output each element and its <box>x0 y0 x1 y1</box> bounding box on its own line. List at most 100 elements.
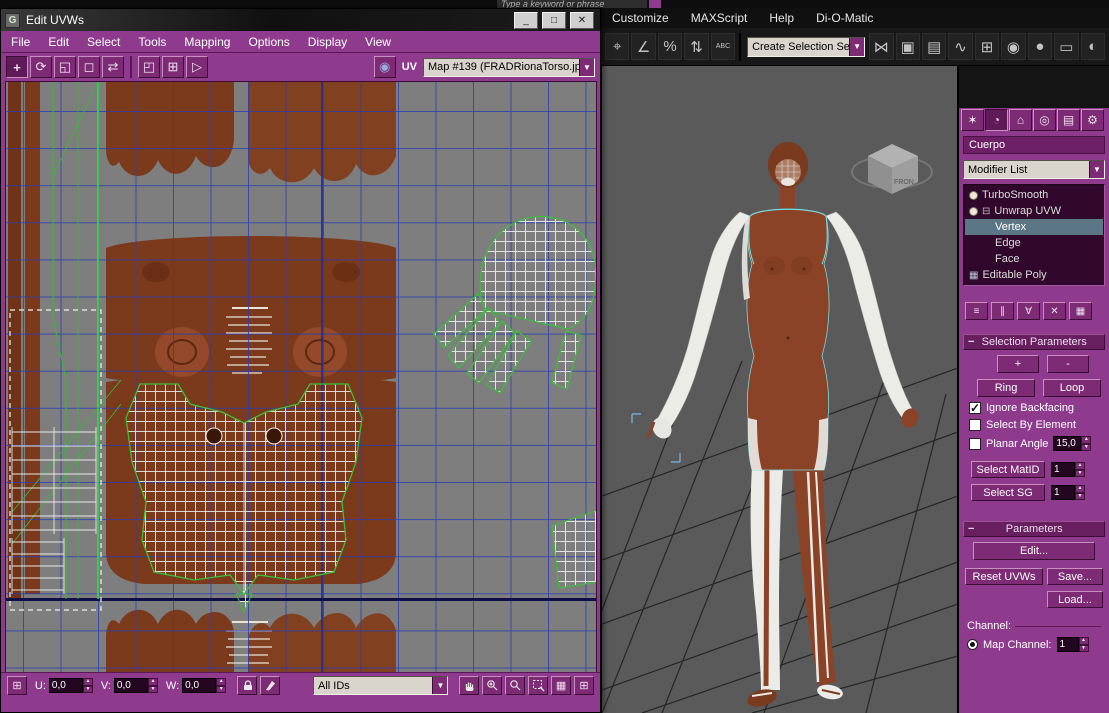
configure-modifier-icon[interactable]: ▦ <box>1069 302 1092 320</box>
spin-up-icon[interactable]: ▲ <box>1075 485 1085 493</box>
tab-modify[interactable]: ◔ <box>985 109 1008 131</box>
modifier-list-dropdown[interactable]: Modifier List ▼ <box>963 160 1105 179</box>
layer-manager-icon[interactable]: ▤ <box>921 33 947 60</box>
sg-value[interactable]: 1 <box>1051 485 1075 500</box>
visibility-bulb-icon[interactable] <box>969 206 978 216</box>
map-channel-spinner[interactable]: 1 ▲ ▼ <box>1056 637 1089 652</box>
u-spinner[interactable]: 0,0 ▲ ▼ <box>48 678 93 693</box>
sg-spinner[interactable]: 1 ▲ ▼ <box>1051 485 1085 500</box>
pelt-icon[interactable]: ▷ <box>186 56 208 78</box>
zoom-region-icon[interactable] <box>528 676 549 695</box>
tab-utilities[interactable]: ⚙ <box>1081 109 1104 131</box>
spin-up-icon[interactable]: ▲ <box>1081 436 1092 444</box>
checkbox-icon[interactable] <box>969 401 981 415</box>
maximize-button[interactable]: □ <box>542 11 566 29</box>
spin-down-icon[interactable]: ▼ <box>82 685 93 693</box>
make-unique-icon[interactable]: ∀ <box>1017 302 1040 320</box>
menu-di-o-matic[interactable]: Di-O-Matic <box>805 11 884 25</box>
spin-up-icon[interactable]: ▲ <box>147 678 158 686</box>
zoom-extents-icon[interactable]: ▦ <box>551 676 572 695</box>
render-production-icon[interactable]: ◐ <box>1080 33 1105 60</box>
checkbox-select-by-element[interactable]: Select By Element <box>969 419 1109 431</box>
menu-help[interactable]: Help <box>758 11 805 25</box>
uv-editor-canvas[interactable] <box>5 81 597 674</box>
reset-uvws-button[interactable]: Reset UVWs <box>965 568 1043 585</box>
shrink-selection-button[interactable]: - <box>1047 355 1089 373</box>
material-editor-icon[interactable]: ◉ <box>1001 33 1026 60</box>
remove-modifier-icon[interactable]: ✕ <box>1043 302 1066 320</box>
zoom-icon[interactable] <box>505 676 526 695</box>
search-go-button[interactable] <box>649 0 661 8</box>
save-uvws-button[interactable]: Save... <box>1047 568 1103 585</box>
stack-subitem-face[interactable]: Face <box>965 251 1103 267</box>
spinner-arrows[interactable]: ▲ ▼ <box>1075 485 1085 500</box>
rollout-parameters[interactable]: − Parameters <box>963 521 1105 537</box>
spin-down-icon[interactable]: ▼ <box>1078 644 1089 652</box>
edit-uvws-titlebar[interactable]: G Edit UVWs _ □ ✕ <box>1 9 600 31</box>
percent-snap-icon[interactable]: % <box>657 33 683 60</box>
checkbox-icon[interactable] <box>969 437 981 450</box>
select-sg-button[interactable]: Select SG <box>971 484 1045 501</box>
chevron-down-icon[interactable]: ▼ <box>432 677 448 694</box>
spinner-arrows[interactable]: ▲ ▼ <box>1078 637 1089 652</box>
mirror-icon[interactable]: ⋈ <box>869 33 894 60</box>
keyboard-override-icon[interactable]: ABC <box>710 33 736 60</box>
menu-edit[interactable]: Edit <box>48 35 69 49</box>
matid-spinner[interactable]: 1 ▲ ▼ <box>1051 462 1085 477</box>
object-name-field[interactable]: Cuerpo <box>963 136 1105 154</box>
menu-view[interactable]: View <box>365 35 391 49</box>
curve-editor-icon[interactable]: ∿ <box>948 33 973 60</box>
spinner-arrows[interactable]: ▲ ▼ <box>82 678 93 693</box>
tab-motion[interactable]: ◎ <box>1033 109 1056 131</box>
checkbox-icon[interactable] <box>969 419 981 431</box>
load-uvws-button[interactable]: Load... <box>1047 591 1103 608</box>
spin-up-icon[interactable]: ▲ <box>216 678 227 686</box>
align-icon[interactable]: ▣ <box>895 33 920 60</box>
stack-subitem-vertex[interactable]: Vertex <box>965 219 1103 235</box>
named-selection-set-dropdown[interactable]: Create Selection Se ▼ <box>747 36 866 57</box>
menu-customize[interactable]: Customize <box>601 11 680 25</box>
spin-up-icon[interactable]: ▲ <box>1075 462 1085 470</box>
options-grid-icon[interactable]: ⊞ <box>7 676 27 695</box>
matid-value[interactable]: 1 <box>1051 462 1075 477</box>
stack-item-unwrap-uvw[interactable]: ⊟ Unwrap UVW <box>965 203 1103 219</box>
paint-select-icon[interactable] <box>260 676 281 695</box>
w-value[interactable]: 0,0 <box>182 678 217 693</box>
tab-hierarchy[interactable]: ⌂ <box>1009 109 1032 131</box>
edit-uvws-button[interactable]: Edit... <box>973 542 1095 560</box>
map-channel-radio[interactable] <box>967 639 978 650</box>
spin-down-icon[interactable]: ▼ <box>1081 443 1092 451</box>
spin-down-icon[interactable]: ▼ <box>147 685 158 693</box>
zoom-in-icon[interactable] <box>482 676 503 695</box>
spin-up-icon[interactable]: ▲ <box>82 678 93 686</box>
perspective-viewport[interactable]: FRON <box>601 66 959 713</box>
stack-item-editable-poly[interactable]: ▦ Editable Poly <box>965 267 1103 283</box>
visibility-bulb-icon[interactable] <box>969 190 978 200</box>
scale-tool-icon[interactable]: ◱ <box>54 56 76 78</box>
rendered-frame-icon[interactable]: ▭ <box>1054 33 1079 60</box>
menu-options[interactable]: Options <box>248 35 289 49</box>
menu-tools[interactable]: Tools <box>138 35 166 49</box>
menu-maxscript[interactable]: MAXScript <box>680 11 759 25</box>
v-value[interactable]: 0,0 <box>113 678 148 693</box>
snap-grid-icon[interactable]: ⊞ <box>574 676 594 695</box>
menu-display[interactable]: Display <box>308 35 347 49</box>
tab-create[interactable]: ✶ <box>961 109 984 131</box>
rotate-tool-icon[interactable]: ⟳ <box>30 56 52 78</box>
snap-toggle-icon[interactable]: ⌖ <box>605 33 630 60</box>
rollout-selection-parameters[interactable]: − Selection Parameters <box>963 334 1105 350</box>
tab-display[interactable]: ▤ <box>1057 109 1080 131</box>
loop-button[interactable]: Loop <box>1043 379 1101 397</box>
stack-subitem-edge[interactable]: Edge <box>965 235 1103 251</box>
uv-snap-icon[interactable]: ⊞ <box>162 56 184 78</box>
spinner-snap-icon[interactable]: ⇅ <box>684 33 709 60</box>
spinner-arrows[interactable]: ▲ ▼ <box>1075 462 1085 477</box>
chevron-down-icon[interactable]: ▼ <box>579 58 594 76</box>
planar-angle-value[interactable]: 15,0 <box>1053 436 1082 451</box>
stack-item-turbosmooth[interactable]: TurboSmooth <box>965 187 1103 203</box>
spin-up-icon[interactable]: ▲ <box>1078 637 1089 645</box>
spinner-arrows[interactable]: ▲ ▼ <box>1081 436 1092 451</box>
menu-mapping[interactable]: Mapping <box>184 35 230 49</box>
spin-down-icon[interactable]: ▼ <box>1075 469 1085 477</box>
mat-id-filter-dropdown[interactable]: All IDs ▼ <box>313 676 449 695</box>
